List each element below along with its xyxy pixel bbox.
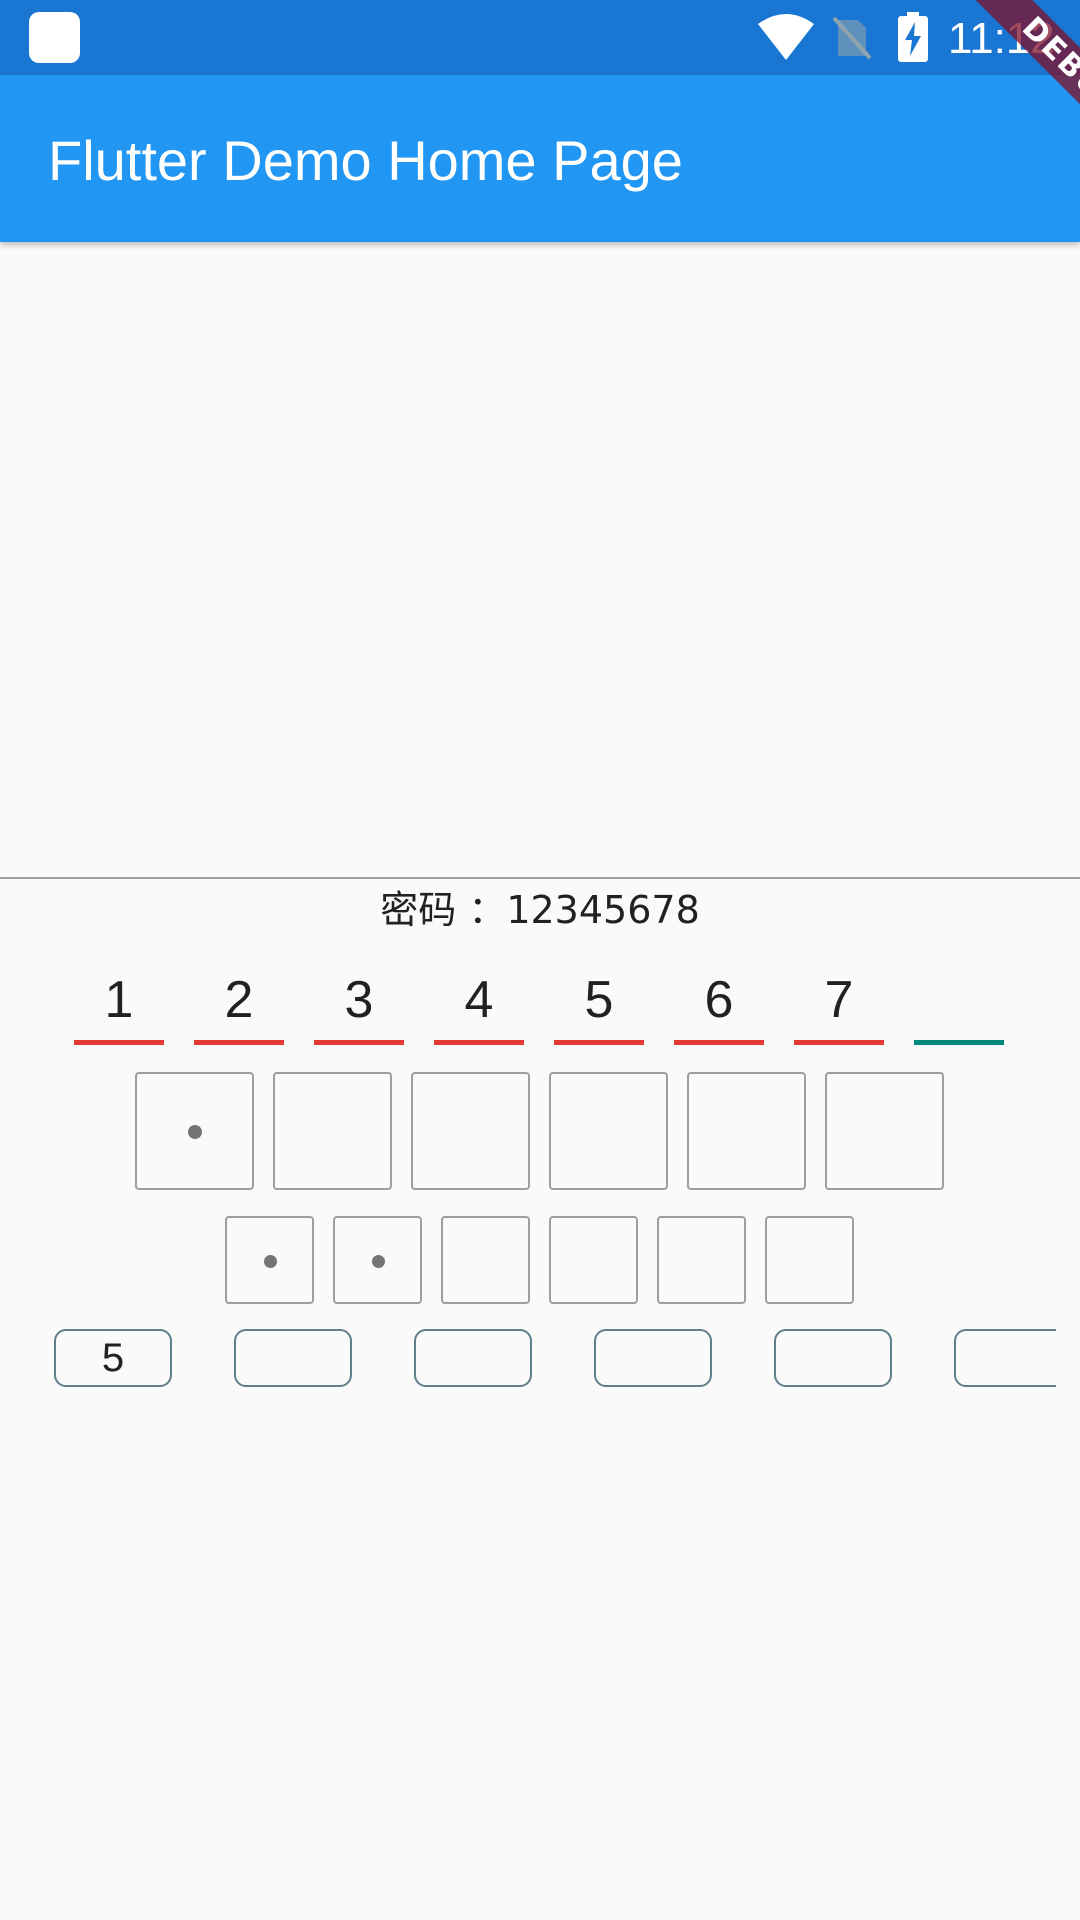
masked-dot: [188, 1125, 202, 1139]
underline-code-cell[interactable]: 5: [554, 965, 644, 1055]
code-underline: [434, 1040, 524, 1045]
box-code-input-large[interactable]: [0, 1072, 1080, 1190]
code-digit: 1: [104, 971, 134, 1029]
password-label: 密码 ：12345678: [380, 888, 700, 932]
code-digit: 4: [464, 971, 494, 1029]
code-underline: [74, 1040, 164, 1045]
pill-code-input[interactable]: 5: [0, 1329, 1056, 1389]
code-pill[interactable]: [234, 1329, 352, 1387]
code-box[interactable]: [225, 1216, 314, 1304]
masked-dot: [372, 1255, 385, 1268]
code-box[interactable]: [825, 1072, 944, 1190]
code-pill[interactable]: [594, 1329, 712, 1387]
app-bar: Flutter Demo Home Page: [0, 75, 1080, 242]
underline-code-cell-active[interactable]: [914, 965, 1004, 1055]
code-box[interactable]: [657, 1216, 746, 1304]
page-title: Flutter Demo Home Page: [48, 129, 683, 192]
code-underline: [674, 1040, 764, 1045]
code-pill[interactable]: [414, 1329, 532, 1387]
code-box[interactable]: [273, 1072, 392, 1190]
code-underline: [194, 1040, 284, 1045]
code-underline: [554, 1040, 644, 1045]
code-box[interactable]: [549, 1216, 638, 1304]
status-clock: 11:12: [948, 14, 1055, 63]
underline-code-cell[interactable]: 3: [314, 965, 404, 1055]
wifi-icon: [758, 14, 814, 60]
code-digit: 6: [704, 971, 734, 1029]
code-box[interactable]: [411, 1072, 530, 1190]
code-digit: 7: [824, 971, 854, 1029]
underline-code-cell[interactable]: 1: [74, 965, 164, 1055]
box-code-input-small[interactable]: [0, 1216, 1080, 1304]
underline-code-cell[interactable]: 4: [434, 965, 524, 1055]
underline-code-cell[interactable]: 6: [674, 965, 764, 1055]
underline-code-cell[interactable]: 2: [194, 965, 284, 1055]
no-sim-icon: [832, 16, 872, 60]
code-digit: 5: [584, 971, 614, 1029]
code-digit: 2: [224, 971, 254, 1029]
code-box[interactable]: [765, 1216, 854, 1304]
code-box[interactable]: [441, 1216, 530, 1304]
code-pill[interactable]: [954, 1329, 1056, 1387]
code-pill[interactable]: 5: [54, 1329, 172, 1387]
code-digit: 3: [344, 971, 374, 1029]
code-box[interactable]: [333, 1216, 422, 1304]
code-underline: [314, 1040, 404, 1045]
code-underline: [794, 1040, 884, 1045]
code-box[interactable]: [549, 1072, 668, 1190]
code-pill[interactable]: [774, 1329, 892, 1387]
code-underline-active: [914, 1040, 1004, 1045]
app-icon: [29, 12, 80, 63]
code-box[interactable]: [687, 1072, 806, 1190]
underline-code-input[interactable]: 1 2 3 4 5 6 7: [0, 965, 1080, 1055]
divider: [0, 877, 1080, 879]
battery-charging-icon: [898, 12, 928, 62]
status-bar: 11:12: [0, 0, 1080, 75]
code-box[interactable]: [135, 1072, 254, 1190]
underline-code-cell[interactable]: 7: [794, 965, 884, 1055]
masked-dot: [264, 1255, 277, 1268]
